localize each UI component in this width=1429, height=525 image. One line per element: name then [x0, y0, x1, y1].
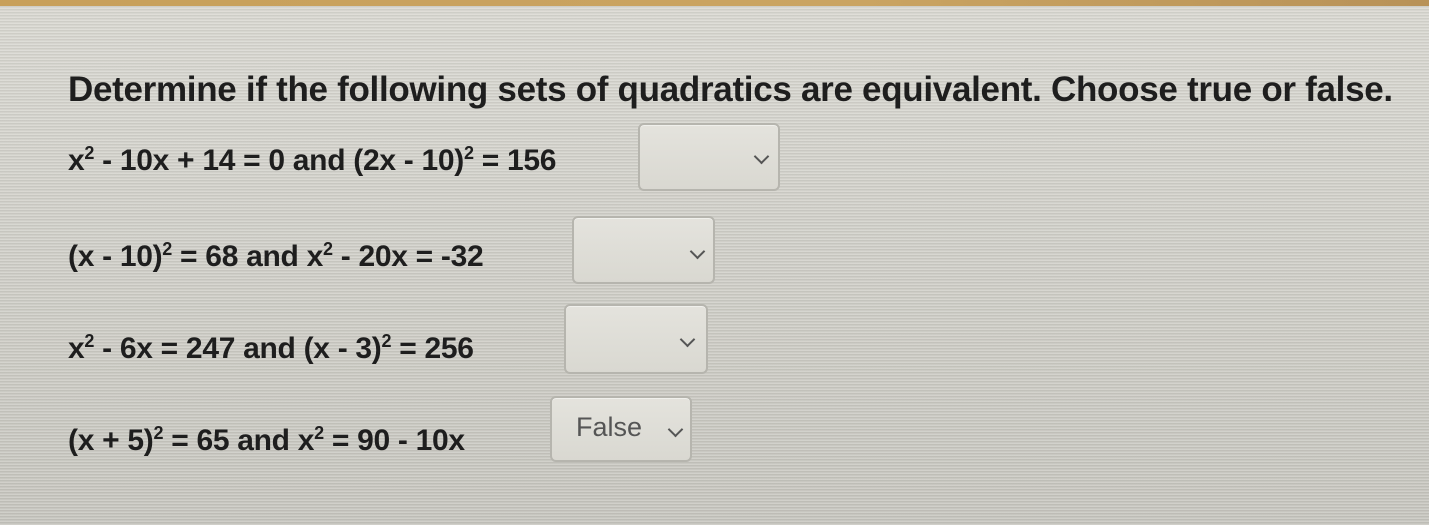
chevron-down-icon [667, 421, 684, 438]
chevron-down-icon [753, 148, 770, 165]
answer-select-3[interactable] [564, 304, 708, 374]
equation-pair-1: x2 - 10x + 14 = 0 and (2x - 10)2 = 156 [68, 143, 557, 177]
equation-pair-4: (x + 5)2 = 65 and x2 = 90 - 10x [68, 423, 465, 457]
equation-pair-2: (x - 10)2 = 68 and x2 - 20x = -32 [68, 239, 484, 273]
question-row-4: (x + 5)2 = 65 and x2 = 90 - 10x False [68, 396, 708, 466]
question-row-3: x2 - 6x = 247 and (x - 3)2 = 256 [68, 304, 728, 378]
answer-select-2[interactable] [572, 216, 715, 284]
chevron-down-icon [679, 331, 696, 348]
question-row-2: (x - 10)2 = 68 and x2 - 20x = -32 [68, 216, 728, 288]
chevron-down-icon [689, 243, 706, 260]
answer-select-1[interactable] [638, 123, 780, 191]
question-instruction: Determine if the following sets of quadr… [68, 70, 1393, 109]
answer-select-4-value: False [576, 412, 643, 442]
question-panel: Determine if the following sets of quadr… [0, 0, 1429, 525]
answer-select-4[interactable]: False [550, 396, 692, 462]
question-row-1: x2 - 10x + 14 = 0 and (2x - 10)2 = 156 [68, 123, 788, 198]
equation-pair-3: x2 - 6x = 247 and (x - 3)2 = 256 [68, 331, 474, 365]
